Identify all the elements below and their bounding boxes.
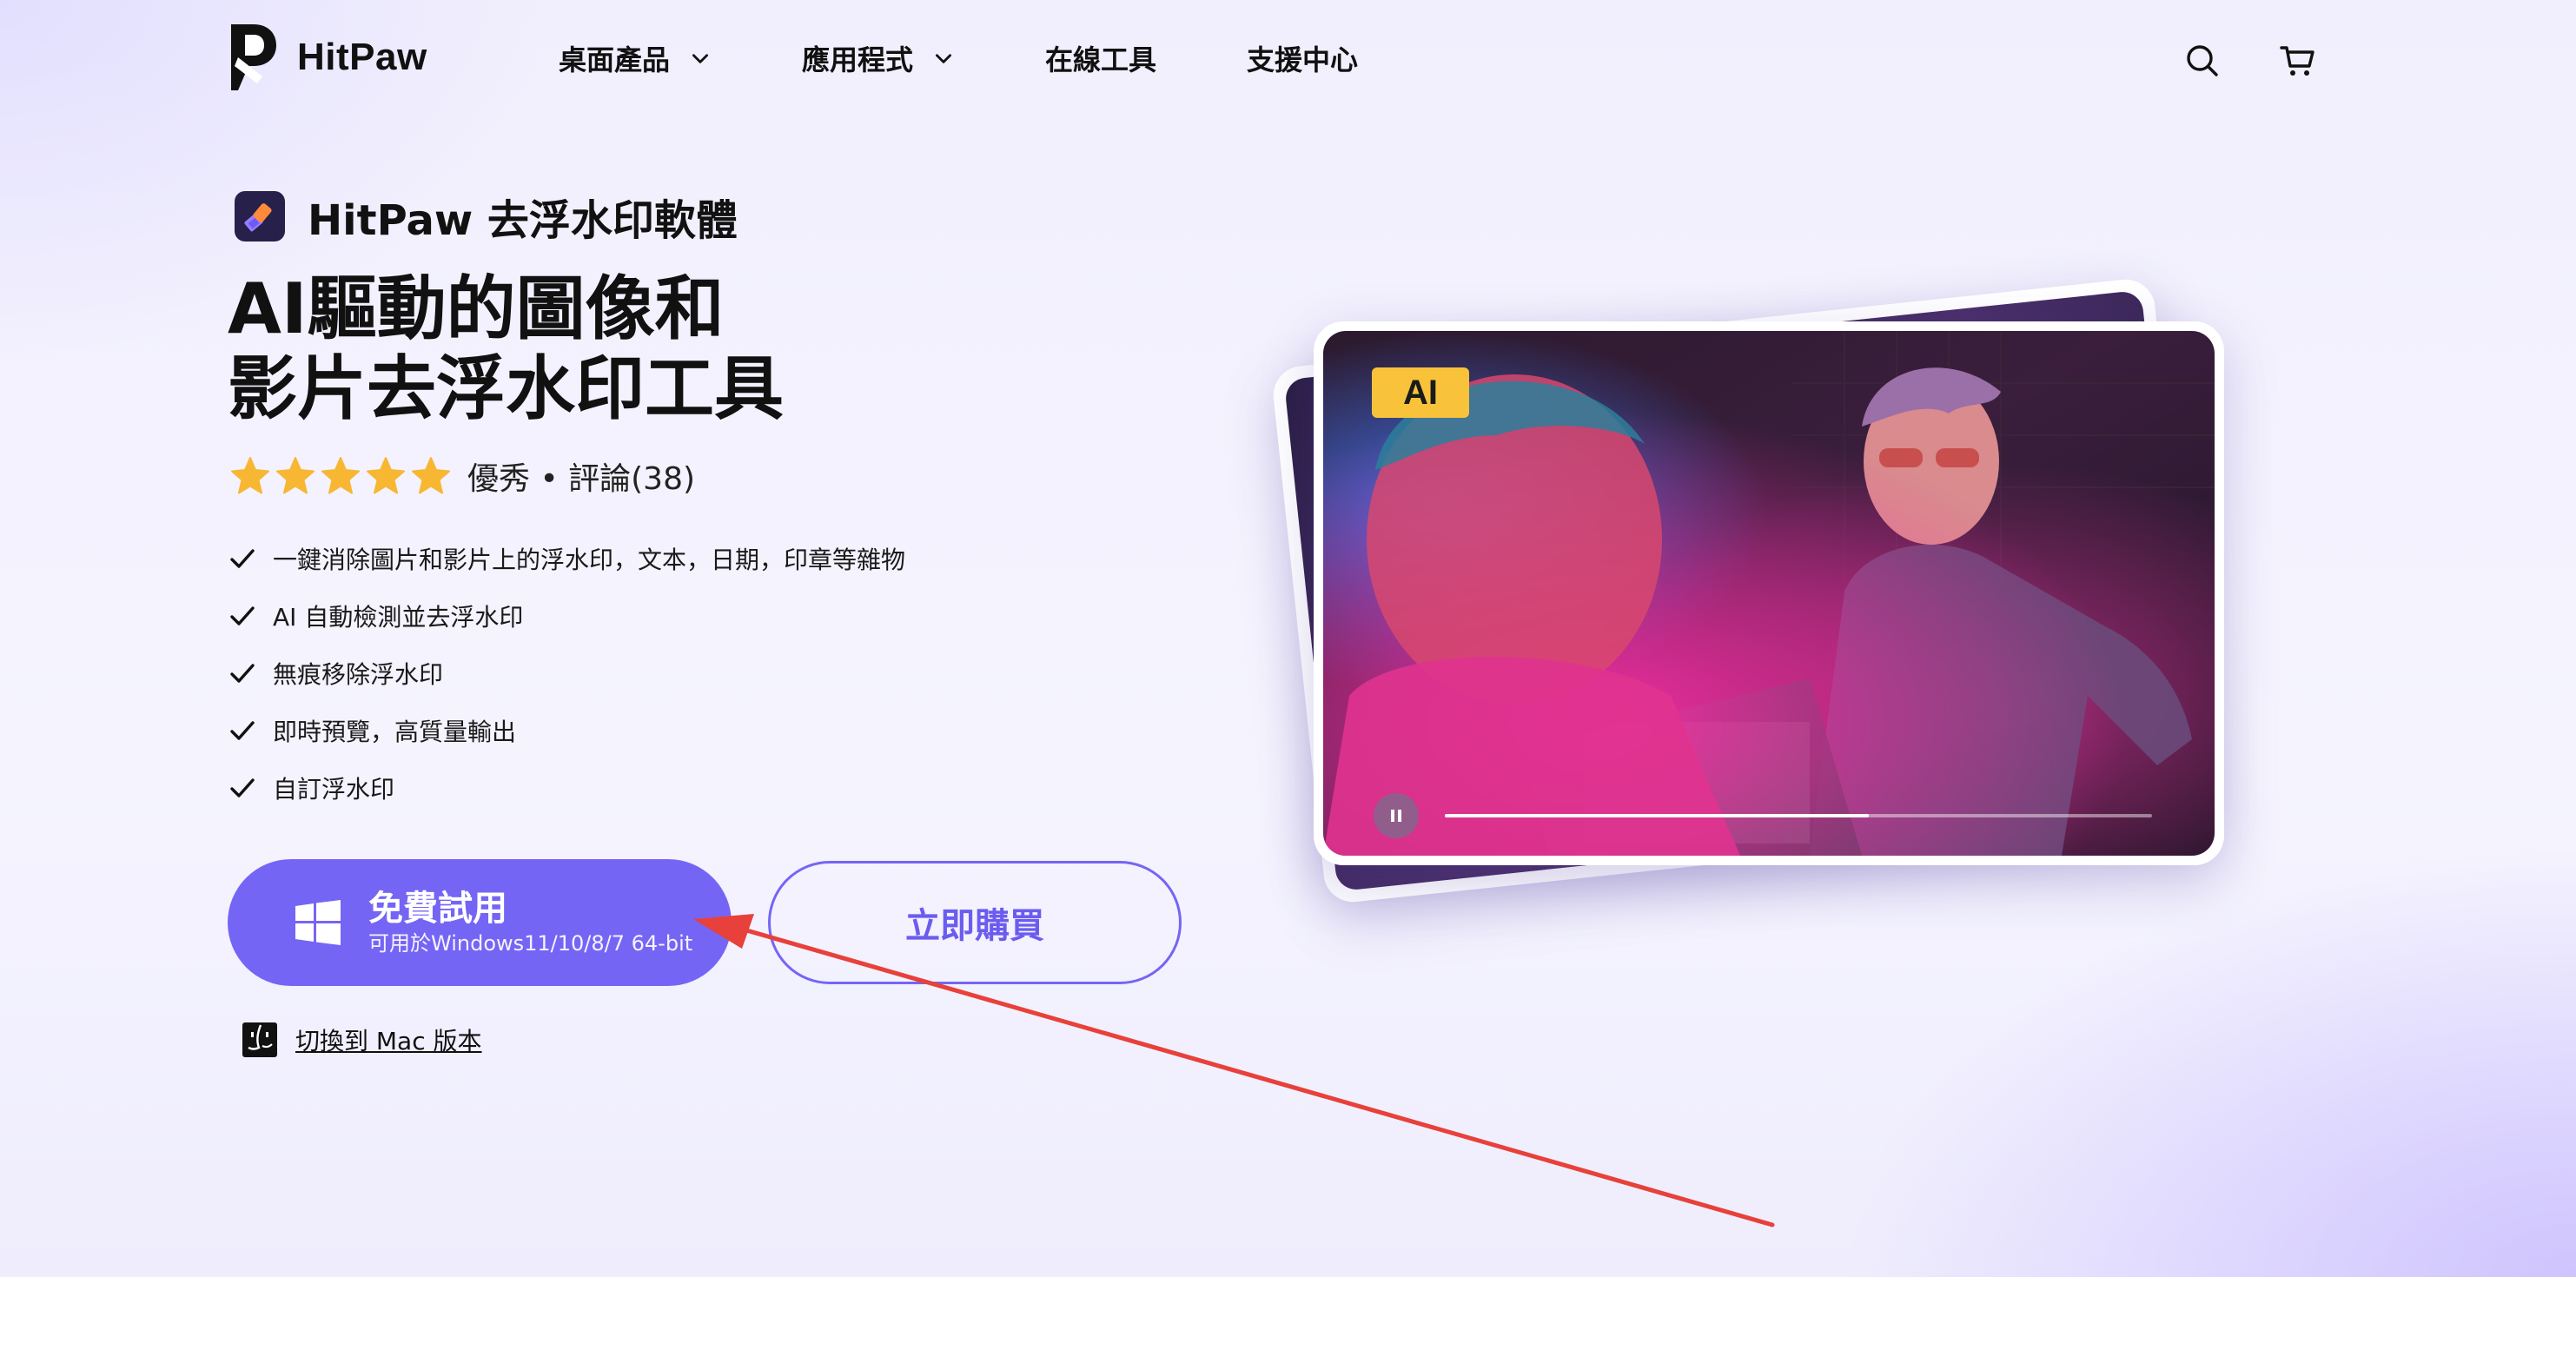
video-progress-fill [1445,814,1870,817]
list-item: 即時預覽，高質量輸出 [228,702,905,759]
feature-text: AI 自動檢測並去浮水印 [273,603,524,632]
mac-finder-icon [242,1022,277,1057]
headline-line-1: AI驅動的圖像和 [228,268,725,349]
video-progress-bar[interactable] [1445,814,2152,817]
nav-label: 支援中心 [1247,43,1359,76]
brand-logo[interactable]: HitPaw [228,23,427,92]
feature-text: 一鍵消除圖片和影片上的浮水印，文本，日期，印章等雜物 [273,546,906,574]
star-icon [231,457,269,494]
check-icon [230,778,255,797]
chevron-down-icon [936,54,952,63]
watermark-remover-app-icon [235,191,285,242]
star-icon [276,457,315,494]
star-icon [412,457,450,494]
free-trial-label: 免費試用 [368,889,507,929]
check-icon [230,549,255,568]
list-item: 一鍵消除圖片和影片上的浮水印，文本，日期，印章等雜物 [228,530,905,587]
check-icon [230,606,255,625]
feature-list: 一鍵消除圖片和影片上的浮水印，文本，日期，印章等雜物 AI 自動檢測並去浮水印 … [228,530,905,817]
video-preview-card: AI [1314,321,2224,865]
feature-text: 無痕移除浮水印 [273,660,444,689]
free-trial-text: 免費試用 可用於Windows11/10/8/7 64-bit [368,888,692,957]
hitpaw-logo-icon [231,24,276,90]
check-icon [230,721,255,740]
feature-text: 自訂浮水印 [273,775,395,804]
nav-label: 在線工具 [1045,43,1157,76]
nav-support[interactable]: 支援中心 [1247,38,1358,78]
list-item: AI 自動檢測並去浮水印 [228,587,905,645]
switch-to-mac-label: 切換到 Mac 版本 [295,1027,482,1055]
nav-desktop-products[interactable]: 桌面產品 [559,38,712,78]
nav-online-tools[interactable]: 在線工具 [1045,38,1156,78]
search-icon[interactable] [2182,40,2223,82]
list-item: 無痕移除浮水印 [228,645,905,702]
star-rating [229,455,455,497]
cart-icon[interactable] [2277,40,2319,82]
main-nav: 桌面產品 應用程式 在線工具 支援中心 [559,38,1448,78]
pause-button[interactable] [1374,793,1419,838]
ai-badge: AI [1372,367,1469,418]
star-icon [367,457,405,494]
headline-line-2: 影片去浮水印工具 [228,348,784,429]
buy-now-button[interactable]: 立即購買 [768,861,1182,984]
free-trial-button[interactable]: 免費試用 可用於Windows11/10/8/7 64-bit [228,859,732,986]
product-name: HitPaw 去浮水印軟體 [308,196,738,245]
nav-label: 應用程式 [802,43,914,76]
feature-text: 即時預覽，高質量輸出 [273,718,517,746]
brand-name: HitPaw [297,36,427,78]
check-icon [230,664,255,683]
page-headline: AI驅動的圖像和 影片去浮水印工具 [228,269,784,429]
pause-icon [1391,810,1401,822]
nav-actions [2128,40,2319,82]
star-icon [321,457,360,494]
list-item: 自訂浮水印 [228,759,905,817]
hero-section: HitPaw 桌面產品 應用程式 在線工具 支援中心 HitPaw 去浮水印軟體… [0,0,2576,1277]
chevron-down-icon [692,54,709,63]
switch-to-mac-link[interactable]: 切換到 Mac 版本 [242,1022,482,1058]
windows-icon [295,900,341,945]
free-trial-sublabel: 可用於Windows11/10/8/7 64-bit [368,931,693,956]
product-title: HitPaw 去浮水印軟體 [235,186,738,247]
rating: 優秀 • 評論(38) [229,453,695,499]
nav-label: 桌面產品 [559,43,671,76]
nav-apps[interactable]: 應用程式 [802,38,955,78]
rating-text: 優秀 • 評論(38) [467,461,696,497]
